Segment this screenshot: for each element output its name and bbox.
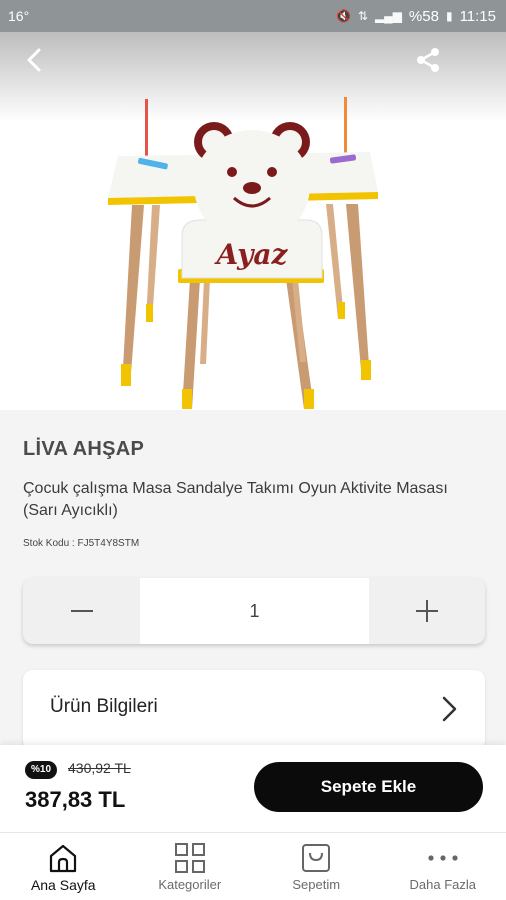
status-icons: 🔇 ⇅ ▂▄▆ %58 ▮ 11:15: [336, 8, 496, 25]
chair-name-text: Ayaz: [214, 238, 289, 271]
battery-text: %58: [408, 7, 439, 25]
back-button[interactable]: [18, 42, 54, 78]
mute-icon: 🔇: [335, 9, 351, 23]
chevron-left-icon: [27, 48, 41, 72]
stock-code: Stok Kodu : FJ5T4Y8STM: [23, 538, 140, 549]
product-info-row[interactable]: Ürün Bilgileri: [23, 670, 485, 750]
quantity-stepper: 1: [23, 578, 485, 644]
nav-label-categories: Kategoriler: [158, 877, 222, 892]
status-bar: 16° 🔇 ⇅ ▂▄▆ %58 ▮ 11:15: [0, 0, 506, 32]
quantity-value[interactable]: 1: [140, 578, 369, 644]
add-to-cart-button[interactable]: Sepete Ekle: [254, 762, 483, 812]
more-icon: [428, 855, 458, 861]
bag-icon: [302, 844, 331, 872]
product-title: Çocuk çalışma Masa Sandalye Takımı Oyun …: [23, 480, 448, 519]
nav-label-cart: Sepetim: [292, 877, 341, 892]
increase-quantity-button[interactable]: [369, 578, 485, 644]
nav-item-categories[interactable]: Kategoriler: [127, 833, 254, 900]
signal-icon: ▂▄▆: [374, 9, 402, 23]
nav-label-home: Ana Sayfa: [30, 877, 96, 893]
minus-icon: [70, 610, 93, 612]
battery-icon: ▮: [445, 9, 453, 23]
product-info-label: Ürün Bilgileri: [50, 696, 158, 717]
grid-icon: [174, 843, 205, 873]
nav-item-cart[interactable]: Sepetim: [253, 833, 380, 900]
product-image: Ayaz: [108, 97, 378, 409]
temperature-text: 16°: [8, 8, 30, 24]
old-price: 430,92 TL: [68, 760, 131, 776]
nav-item-more[interactable]: Daha Fazla: [380, 833, 506, 900]
bottom-navigation: Ana Sayfa Kategoriler Sepetim Daha Fazla: [0, 832, 506, 900]
discount-badge: %10: [25, 761, 58, 779]
cart-bar: %10 430,92 TL 387,83 TL Sepete Ekle: [0, 745, 506, 832]
product-details: LİVA AHŞAP Çocuk çalışma Masa Sandalye T…: [0, 410, 506, 750]
home-icon: [50, 844, 77, 873]
wifi-icon: ⇅: [357, 9, 368, 23]
chevron-right-icon: [442, 696, 457, 722]
share-icon: [417, 48, 439, 72]
nav-label-more: Daha Fazla: [409, 877, 476, 892]
clock-text: 11:15: [459, 7, 496, 25]
current-price: 387,83 TL: [25, 787, 126, 812]
nav-item-home[interactable]: Ana Sayfa: [0, 833, 127, 900]
decrease-quantity-button[interactable]: [23, 578, 140, 644]
brand-name[interactable]: LİVA AHŞAP: [23, 438, 144, 461]
product-image-area: Ayaz: [0, 32, 506, 410]
share-button[interactable]: [410, 42, 446, 78]
